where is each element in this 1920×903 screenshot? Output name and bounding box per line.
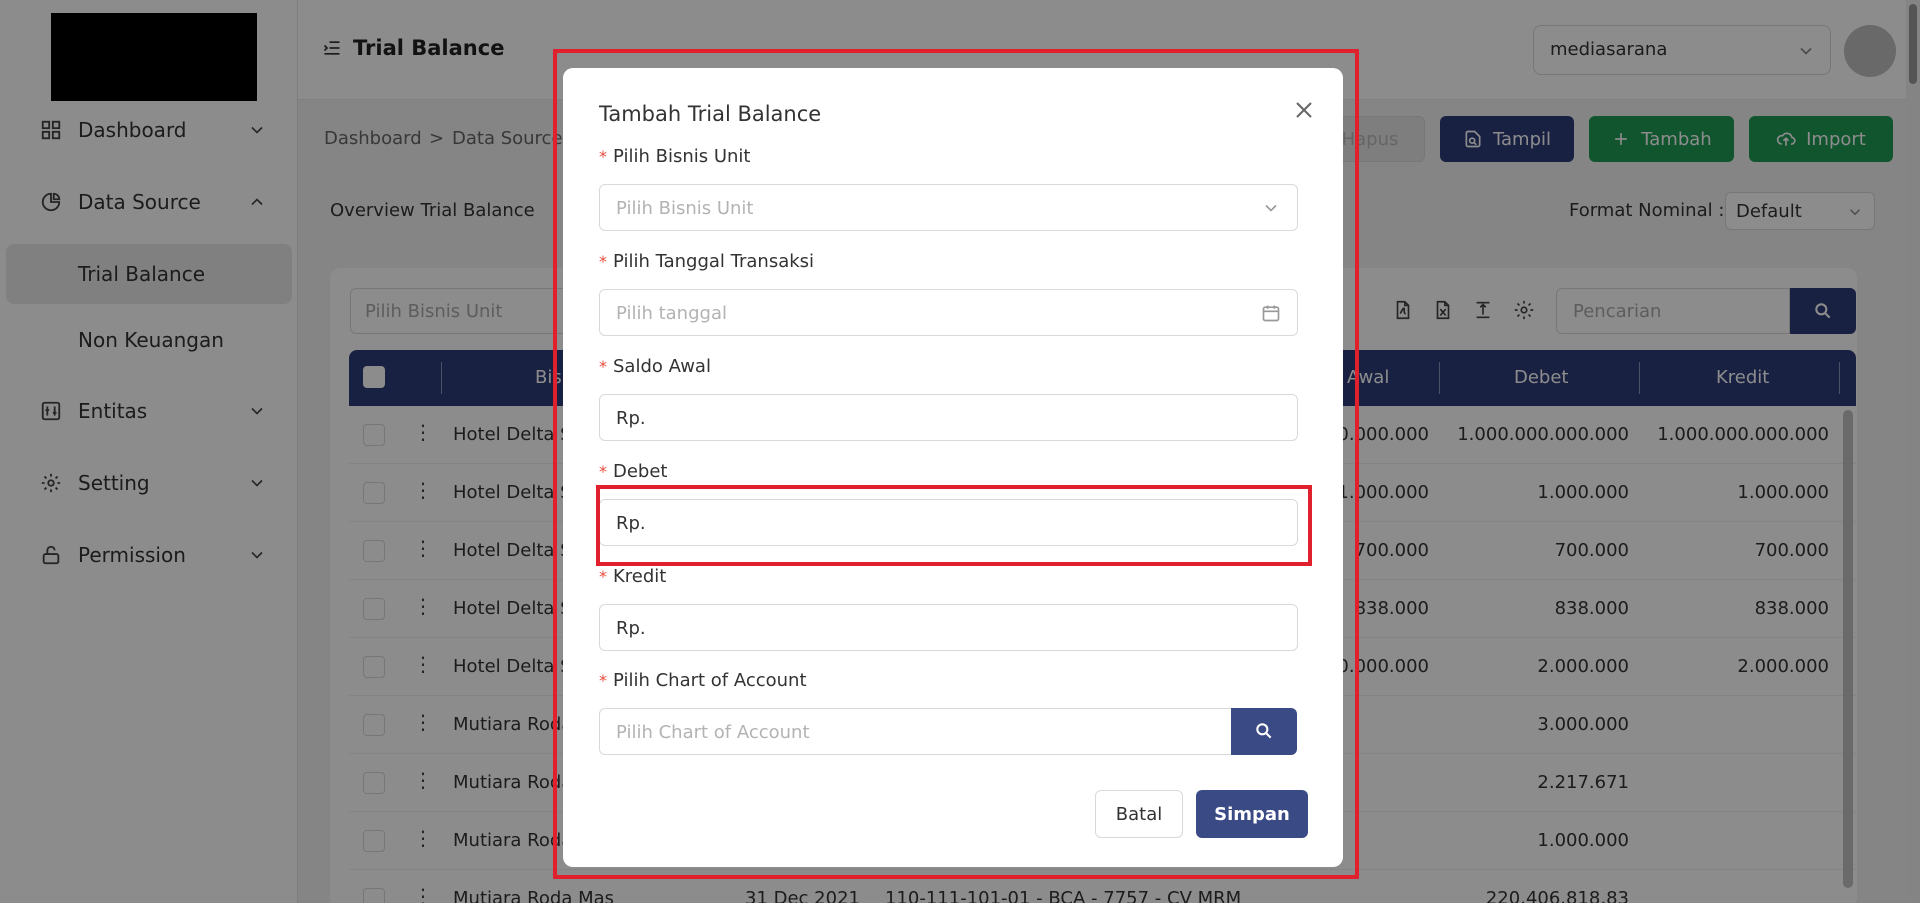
kredit-input[interactable]: Rp. — [599, 604, 1298, 651]
kredit-label: * Kredit — [599, 566, 666, 587]
bisnis-unit-placeholder: Pilih Bisnis Unit — [616, 198, 754, 219]
bisnis-unit-label-text: Pilih Bisnis Unit — [613, 146, 751, 167]
chevron-down-icon — [1265, 204, 1277, 212]
required-mark: * — [599, 462, 607, 481]
coa-label: * Pilih Chart of Account — [599, 670, 807, 691]
saldo-awal-label-text: Saldo Awal — [613, 356, 711, 377]
required-mark: * — [599, 567, 607, 586]
required-mark: * — [599, 252, 607, 271]
add-trial-balance-modal: Tambah Trial Balance * Pilih Bisnis Unit … — [563, 68, 1343, 867]
debet-value: Rp. — [616, 513, 646, 534]
tanggal-label: * Pilih Tanggal Transaksi — [599, 251, 814, 272]
save-button[interactable]: Simpan — [1196, 790, 1308, 838]
coa-input[interactable]: Pilih Chart of Account — [599, 708, 1233, 755]
coa-label-text: Pilih Chart of Account — [613, 670, 807, 691]
coa-placeholder: Pilih Chart of Account — [616, 722, 810, 743]
tanggal-placeholder: Pilih tanggal — [616, 303, 727, 324]
close-icon[interactable] — [1292, 98, 1316, 122]
saldo-awal-value: Rp. — [616, 408, 646, 429]
bisnis-unit-label: * Pilih Bisnis Unit — [599, 146, 750, 167]
cancel-button-label: Batal — [1115, 803, 1163, 825]
coa-search-button[interactable] — [1231, 708, 1297, 755]
required-mark: * — [599, 357, 607, 376]
save-button-label: Simpan — [1214, 803, 1290, 825]
debet-input[interactable]: Rp. — [599, 499, 1298, 546]
calendar-icon — [1262, 305, 1280, 322]
cancel-button[interactable]: Batal — [1095, 790, 1183, 838]
required-mark: * — [599, 671, 607, 690]
bisnis-unit-select[interactable]: Pilih Bisnis Unit — [599, 184, 1298, 231]
saldo-awal-input[interactable]: Rp. — [599, 394, 1298, 441]
kredit-value: Rp. — [616, 618, 646, 639]
tanggal-picker[interactable]: Pilih tanggal — [599, 289, 1298, 336]
required-mark: * — [599, 147, 607, 166]
saldo-awal-label: * Saldo Awal — [599, 356, 711, 377]
kredit-label-text: Kredit — [613, 566, 667, 587]
tanggal-label-text: Pilih Tanggal Transaksi — [613, 251, 815, 272]
debet-label: * Debet — [599, 461, 668, 482]
debet-label-text: Debet — [613, 461, 668, 482]
search-icon — [1256, 723, 1272, 739]
modal-title: Tambah Trial Balance — [599, 102, 822, 126]
